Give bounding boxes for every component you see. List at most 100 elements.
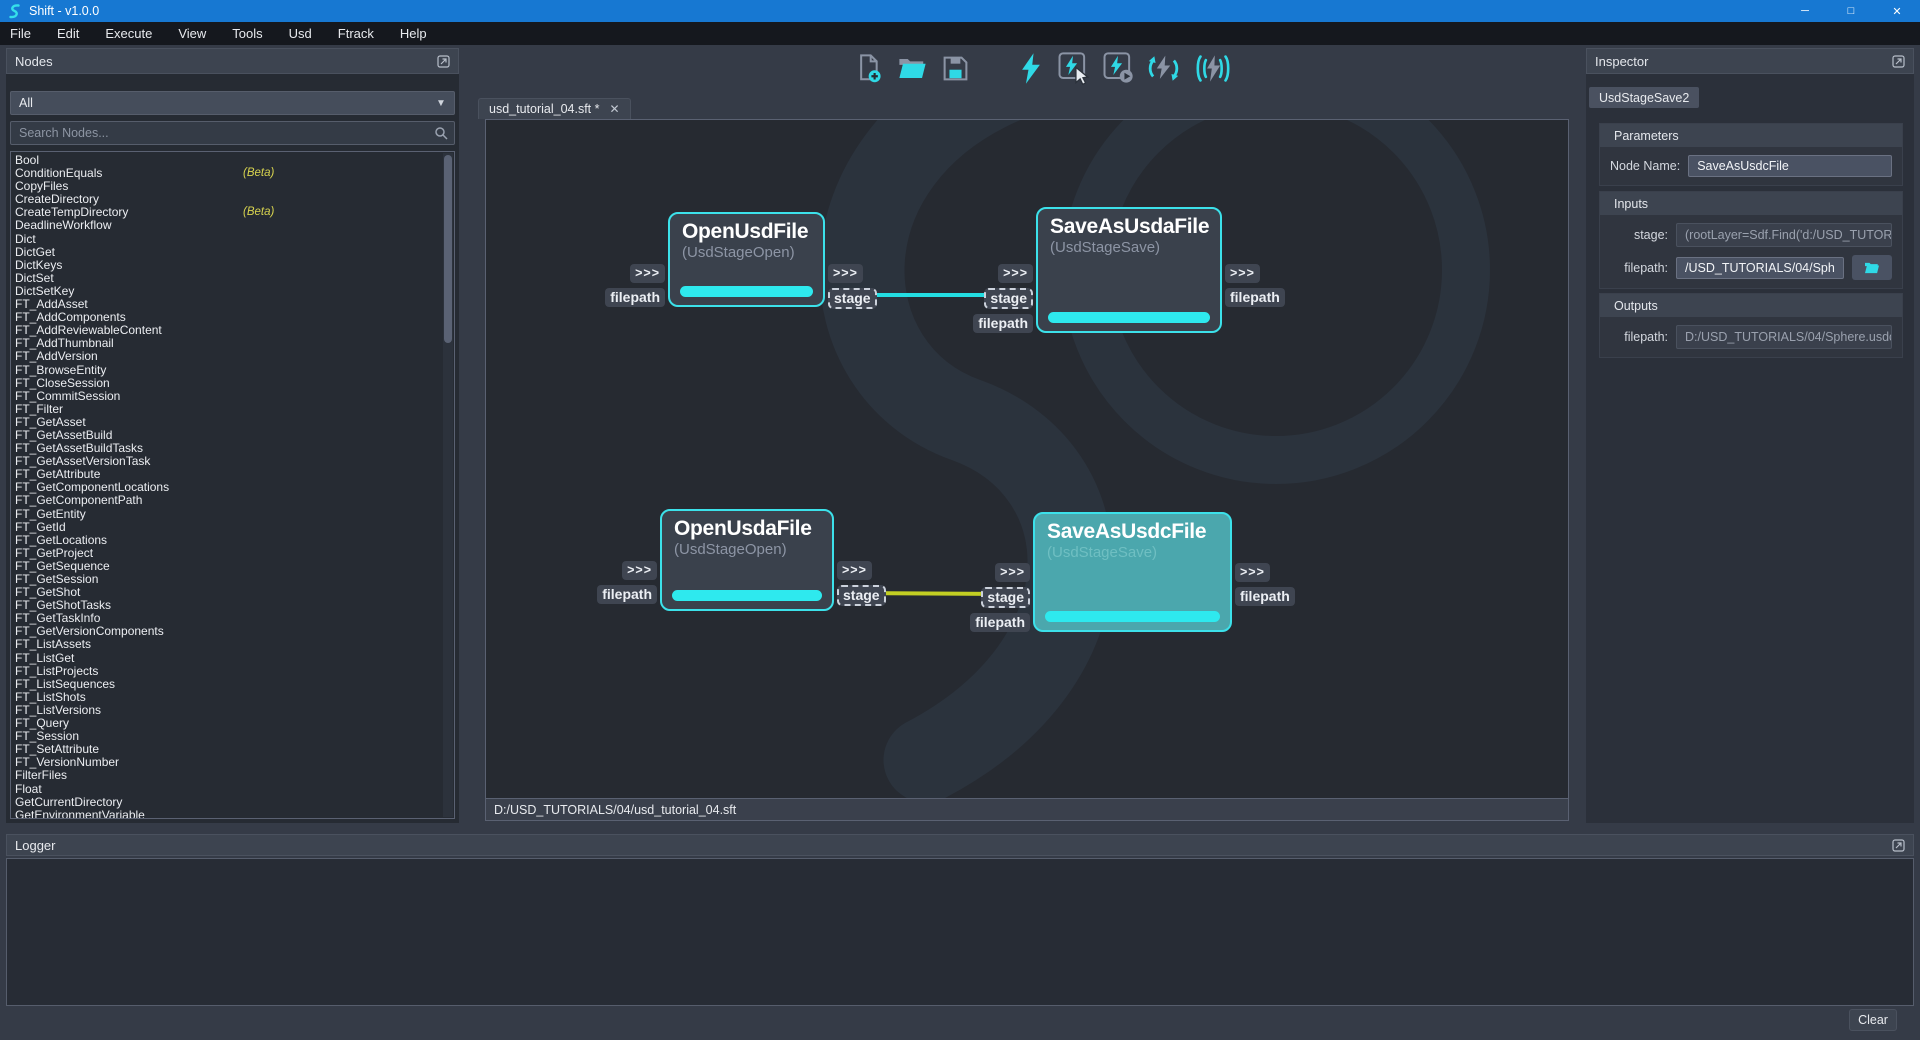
port-arrow[interactable]: >>> bbox=[622, 561, 657, 580]
node-list-item-label: FT_ListProjects bbox=[15, 664, 98, 678]
node-search-box bbox=[10, 121, 455, 145]
save-file-button[interactable] bbox=[941, 54, 970, 83]
left-ports: >>> filepath bbox=[605, 264, 665, 307]
menu-bar: File Edit Execute View Tools Usd Ftrack Help bbox=[0, 22, 1920, 45]
port-arrow[interactable]: >>> bbox=[995, 563, 1030, 582]
menu-usd[interactable]: Usd bbox=[289, 26, 312, 41]
browse-file-button[interactable] bbox=[1852, 255, 1892, 280]
app-logo-icon bbox=[8, 4, 21, 19]
node-list-item-label: FT_AddComponents bbox=[15, 310, 126, 324]
node-list-item[interactable]: FT_CommitSession bbox=[11, 390, 454, 403]
node-list-item-label: FT_Session bbox=[15, 729, 79, 743]
node-list-item-label: FT_GetAssetBuildTasks bbox=[15, 441, 143, 455]
logger-output-area[interactable] bbox=[6, 858, 1914, 1006]
parameters-group-header[interactable]: Parameters bbox=[1600, 124, 1902, 147]
menu-tools[interactable]: Tools bbox=[232, 26, 262, 41]
inputs-group-header[interactable]: Inputs bbox=[1600, 192, 1902, 215]
menu-view[interactable]: View bbox=[178, 26, 206, 41]
graph-tab[interactable]: usd_tutorial_04.sft * ✕ bbox=[478, 98, 631, 119]
open-file-button[interactable] bbox=[897, 55, 928, 82]
node-list-item-label: FT_GetShot bbox=[15, 585, 80, 599]
node-list-item[interactable]: DeadlineWorkflow bbox=[11, 219, 454, 232]
port-stage[interactable]: stage bbox=[984, 288, 1033, 309]
node-list-item-label: FT_GetEntity bbox=[15, 507, 86, 521]
port-arrow[interactable]: >>> bbox=[837, 561, 872, 580]
logger-popout-icon[interactable] bbox=[1892, 839, 1905, 852]
node-list-item-label: FT_Query bbox=[15, 716, 69, 730]
node-subtitle: (UsdStageSave) bbox=[1047, 544, 1218, 561]
nodes-panel-title: Nodes bbox=[15, 54, 53, 69]
port-arrow[interactable]: >>> bbox=[1225, 264, 1260, 283]
port-arrow[interactable]: >>> bbox=[828, 264, 863, 283]
port-arrow[interactable]: >>> bbox=[630, 264, 665, 283]
close-button[interactable]: ✕ bbox=[1874, 0, 1920, 22]
node-title: SaveAsUsdcFile bbox=[1047, 520, 1218, 544]
node-list-item[interactable]: FT_VersionNumber bbox=[11, 756, 454, 769]
right-ports: >>> stage bbox=[828, 264, 877, 309]
port-filepath[interactable]: filepath bbox=[1225, 288, 1285, 307]
graph-canvas[interactable]: OpenUsdFile(UsdStageOpen)>>>filepath>>>s… bbox=[485, 119, 1569, 799]
menu-file[interactable]: File bbox=[10, 26, 31, 41]
node-list-item[interactable]: ConditionEquals(Beta) bbox=[11, 167, 454, 180]
node-list-item[interactable]: Dict bbox=[11, 233, 454, 246]
node-subtitle: (UsdStageOpen) bbox=[682, 244, 811, 261]
filepath-input[interactable] bbox=[1676, 257, 1844, 279]
node-list-item[interactable]: GetEnvironmentVariable bbox=[11, 809, 454, 819]
menu-ftrack[interactable]: Ftrack bbox=[338, 26, 374, 41]
node-list-item[interactable]: FT_ListVersions bbox=[11, 704, 454, 717]
port-filepath[interactable]: filepath bbox=[597, 585, 657, 604]
node-filter-dropdown[interactable]: All ▼ bbox=[10, 91, 455, 115]
port-filepath[interactable]: filepath bbox=[973, 314, 1033, 333]
minimize-button[interactable]: ─ bbox=[1782, 0, 1828, 22]
tab-close-icon[interactable]: ✕ bbox=[610, 102, 620, 116]
port-stage[interactable]: stage bbox=[981, 587, 1030, 608]
graph-node-SaveAsUsdaFile[interactable]: SaveAsUsdaFile(UsdStageSave)>>>stagefile… bbox=[1036, 207, 1222, 333]
inspected-node-tab[interactable]: UsdStageSave2 bbox=[1589, 87, 1699, 108]
left-ports: >>> stage filepath bbox=[970, 563, 1030, 632]
search-input[interactable] bbox=[11, 126, 434, 140]
menu-edit[interactable]: Edit bbox=[57, 26, 79, 41]
node-name-input[interactable] bbox=[1688, 155, 1892, 177]
live-execute-button[interactable] bbox=[1193, 53, 1233, 84]
menu-execute[interactable]: Execute bbox=[105, 26, 152, 41]
port-filepath[interactable]: filepath bbox=[605, 288, 665, 307]
outputs-group-header[interactable]: Outputs bbox=[1600, 294, 1902, 317]
clear-logger-button[interactable]: Clear bbox=[1849, 1009, 1897, 1031]
node-list-item[interactable]: DictKeys bbox=[11, 259, 454, 272]
node-list-item-label: FT_Filter bbox=[15, 402, 63, 416]
port-arrow[interactable]: >>> bbox=[998, 264, 1033, 283]
node-list-item-label: DictSet bbox=[15, 271, 54, 285]
port-stage[interactable]: stage bbox=[828, 288, 877, 309]
node-list-item[interactable]: FilterFiles bbox=[11, 769, 454, 782]
chevron-down-icon[interactable]: ▼ bbox=[428, 92, 454, 114]
node-status-bar bbox=[672, 590, 822, 601]
node-list-item[interactable]: FT_GetEntity bbox=[11, 508, 454, 521]
node-list-item-label: FT_CloseSession bbox=[15, 376, 110, 390]
new-file-button[interactable] bbox=[855, 53, 884, 84]
node-list-item[interactable]: FT_ListAssets bbox=[11, 638, 454, 651]
menu-help[interactable]: Help bbox=[400, 26, 427, 41]
node-list-item-label: FT_AddAsset bbox=[15, 297, 88, 311]
execute-selected-button[interactable] bbox=[1057, 51, 1089, 85]
port-stage[interactable]: stage bbox=[837, 585, 886, 606]
node-list-item[interactable]: DictSet bbox=[11, 272, 454, 285]
port-filepath[interactable]: filepath bbox=[970, 613, 1030, 632]
graph-node-OpenUsdFile[interactable]: OpenUsdFile(UsdStageOpen)>>>filepath>>>s… bbox=[668, 212, 825, 307]
port-filepath[interactable]: filepath bbox=[1235, 587, 1295, 606]
parameters-group: Parameters Node Name: bbox=[1599, 123, 1903, 186]
node-list-item[interactable]: DictGet bbox=[11, 246, 454, 259]
maximize-button[interactable]: □ bbox=[1828, 0, 1874, 22]
reload-and-execute-button[interactable] bbox=[1147, 52, 1180, 85]
node-list-item-label: FT_SetAttribute bbox=[15, 742, 99, 756]
graph-tab-label: usd_tutorial_04.sft * bbox=[489, 102, 600, 116]
execute-from-selected-button[interactable] bbox=[1102, 51, 1134, 85]
nodes-panel-popout-icon[interactable] bbox=[437, 55, 450, 68]
execute-button[interactable] bbox=[1018, 52, 1044, 85]
inspector-popout-icon[interactable] bbox=[1892, 55, 1905, 68]
node-list-item-label: FT_GetAsset bbox=[15, 415, 86, 429]
graph-node-SaveAsUsdcFile[interactable]: SaveAsUsdcFile(UsdStageSave)>>>stagefile… bbox=[1033, 512, 1232, 632]
graph-node-OpenUsdaFile[interactable]: OpenUsdaFile(UsdStageOpen)>>>filepath>>>… bbox=[660, 509, 834, 611]
port-arrow[interactable]: >>> bbox=[1235, 563, 1270, 582]
node-filter-value: All bbox=[19, 96, 33, 110]
inspector-title: Inspector bbox=[1595, 54, 1648, 69]
